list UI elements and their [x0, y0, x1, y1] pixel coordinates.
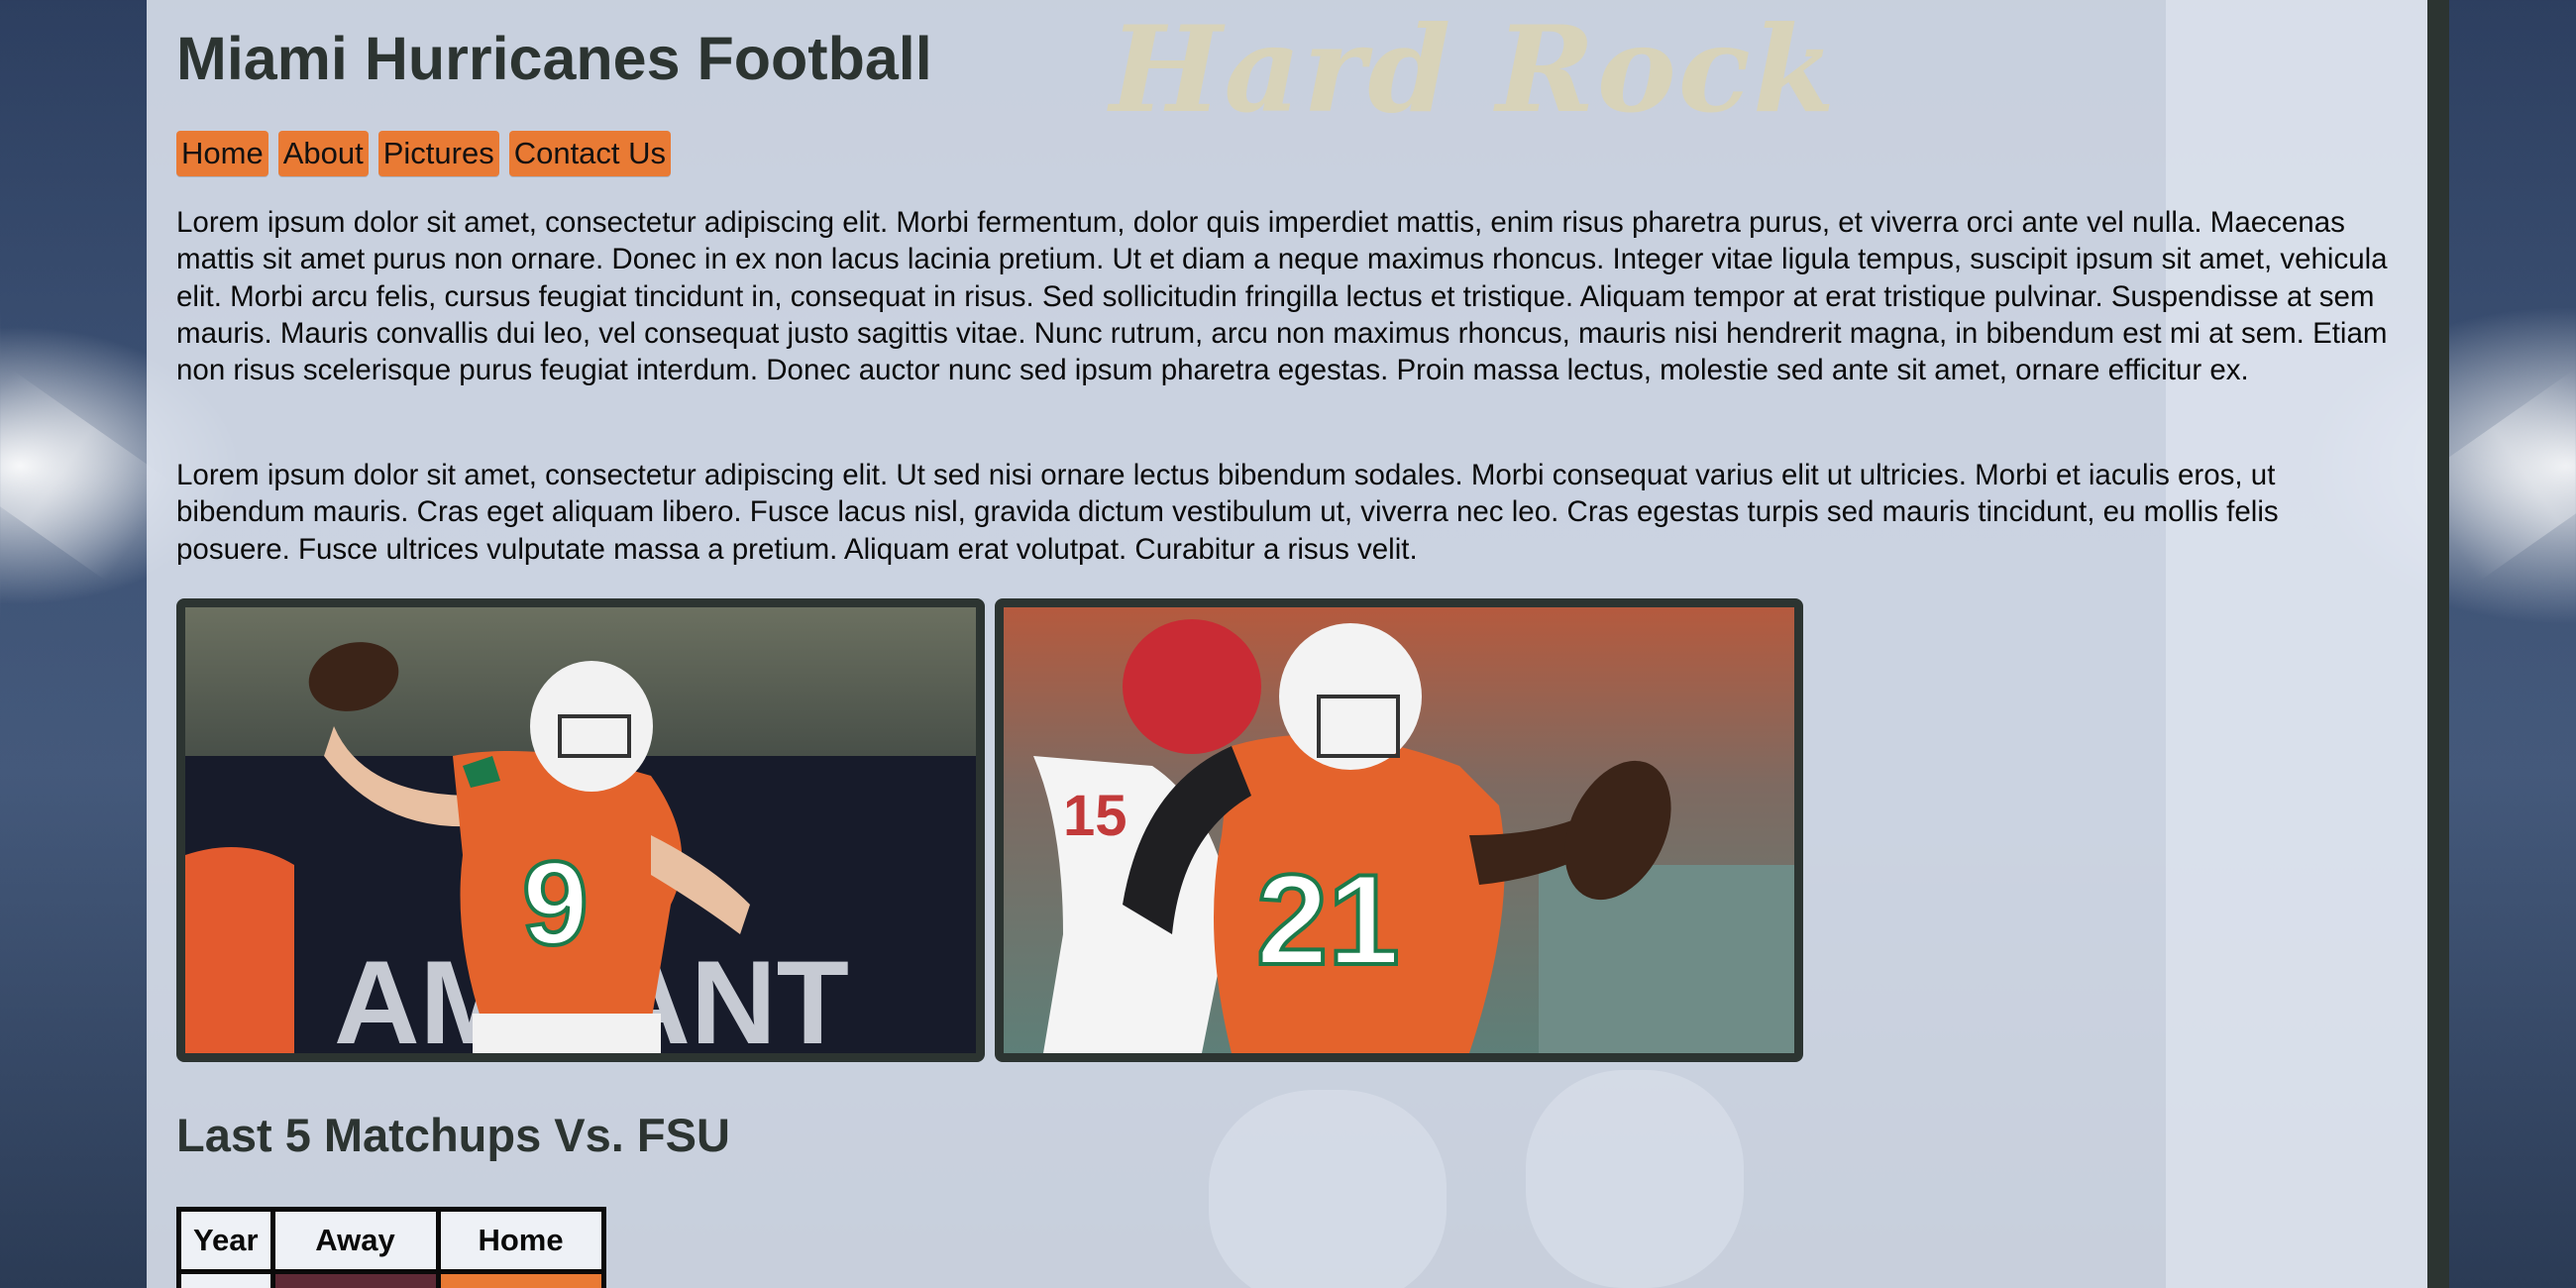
nav-home-link[interactable]: Home — [176, 131, 268, 176]
opponent-jersey-number: 15 — [1063, 784, 1127, 848]
content-panel: Hard Rock Miami Hurricanes Football Home… — [147, 0, 2449, 1288]
year-cell — [176, 1269, 275, 1288]
away-cell — [269, 1269, 441, 1288]
panel-sheen — [2166, 0, 2427, 1288]
intro-paragraph: Lorem ipsum dolor sit amet, consectetur … — [176, 206, 2388, 387]
second-paragraph: Lorem ipsum dolor sit amet, consectetur … — [176, 459, 2279, 566]
matchups-table: Year Away Home — [176, 1207, 606, 1288]
page-title: Miami Hurricanes Football — [176, 25, 932, 92]
column-header-away: Away — [269, 1207, 441, 1274]
nav-about-link[interactable]: About — [277, 131, 369, 176]
quarterback-photo: AMBANT 9 — [176, 598, 985, 1062]
linebacker-photo-image: 15 21 — [1004, 607, 1794, 1053]
jersey-number: 9 — [522, 837, 589, 970]
matchups-heading: Last 5 Matchups Vs. FSU — [176, 1109, 730, 1161]
table-header-row: Year Away Home — [176, 1207, 606, 1274]
nav-contact-us-link[interactable]: Contact Us — [508, 131, 672, 176]
nav-pictures-link[interactable]: Pictures — [377, 131, 499, 176]
jersey-number: 21 — [1256, 847, 1400, 992]
main-nav: Home About Pictures Contact Us — [176, 131, 672, 176]
stadium-sign-watermark: Hard Rock — [1110, 0, 1838, 140]
table-row — [176, 1269, 606, 1288]
home-cell — [435, 1269, 606, 1288]
column-header-year: Year — [176, 1207, 275, 1274]
quarterback-photo-image: AMBANT 9 — [185, 607, 976, 1053]
photo-gallery: AMBANT 9 — [176, 598, 1803, 1062]
linebacker-photo: 15 21 — [995, 598, 1803, 1062]
column-header-home: Home — [435, 1207, 606, 1274]
